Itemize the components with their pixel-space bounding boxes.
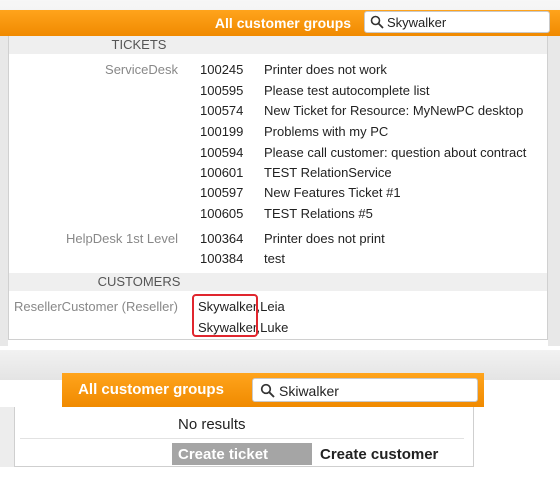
bottom-search-box[interactable] — [252, 378, 478, 402]
ticket-id[interactable]: 100199 — [200, 124, 243, 139]
customer-group-label: ResellerCustomer (Reseller) — [14, 299, 178, 314]
match-highlight-box — [192, 294, 258, 337]
create-customer-button[interactable]: Create customer — [314, 443, 462, 465]
customer-first-name: Leia — [260, 299, 285, 314]
customer-first-name: Luke — [260, 320, 289, 335]
ticket-id[interactable]: 100595 — [200, 83, 243, 98]
no-results-message: No results — [178, 416, 246, 433]
tickets-header-label: TICKETS — [111, 37, 167, 52]
ticket-id[interactable]: 100245 — [200, 62, 243, 77]
ticket-subject[interactable]: TEST RelationService — [264, 165, 392, 180]
background-right — [548, 36, 560, 346]
group-label-servicedesk: ServiceDesk — [105, 62, 178, 77]
ticket-subject[interactable]: Printer does not print — [264, 231, 385, 246]
ticket-id[interactable]: 100574 — [200, 103, 243, 118]
divider — [20, 438, 464, 439]
tickets-section-header: TICKETS — [9, 36, 547, 54]
ticket-subject[interactable]: Please test autocomplete list — [264, 83, 429, 98]
ticket-id[interactable]: 100597 — [200, 185, 243, 200]
bottom-background-left — [0, 407, 14, 467]
create-ticket-button[interactable]: Create ticket — [172, 443, 312, 465]
search-icon — [260, 383, 275, 398]
bottom-search-input[interactable] — [279, 382, 469, 399]
search-icon — [370, 15, 384, 29]
ticket-subject[interactable]: Problems with my PC — [264, 124, 388, 139]
customers-header-label: CUSTOMERS — [97, 274, 181, 289]
ticket-subject[interactable]: test — [264, 251, 285, 266]
ticket-id[interactable]: 100594 — [200, 145, 243, 160]
background-left — [0, 36, 8, 346]
ticket-id[interactable]: 100601 — [200, 165, 243, 180]
ticket-subject[interactable]: New Features Ticket #1 — [264, 185, 401, 200]
group-label-helpdesk: HelpDesk 1st Level — [66, 231, 178, 246]
ticket-id[interactable]: 100384 — [200, 251, 243, 266]
ticket-subject[interactable]: TEST Relations #5 — [264, 206, 373, 221]
ticket-id[interactable]: 100605 — [200, 206, 243, 221]
ticket-subject[interactable]: New Ticket for Resource: MyNewPC desktop — [264, 103, 523, 118]
top-search-box[interactable] — [364, 11, 550, 33]
ticket-id[interactable]: 100364 — [200, 231, 243, 246]
ticket-subject[interactable]: Please call customer: question about con… — [264, 145, 526, 160]
top-search-input[interactable] — [387, 14, 542, 30]
ticket-subject[interactable]: Printer does not work — [264, 62, 387, 77]
all-customer-groups-button[interactable]: All customer groups — [62, 373, 240, 407]
all-customer-groups-button[interactable]: All customer groups — [210, 10, 356, 36]
customers-section-header: CUSTOMERS — [9, 273, 547, 291]
